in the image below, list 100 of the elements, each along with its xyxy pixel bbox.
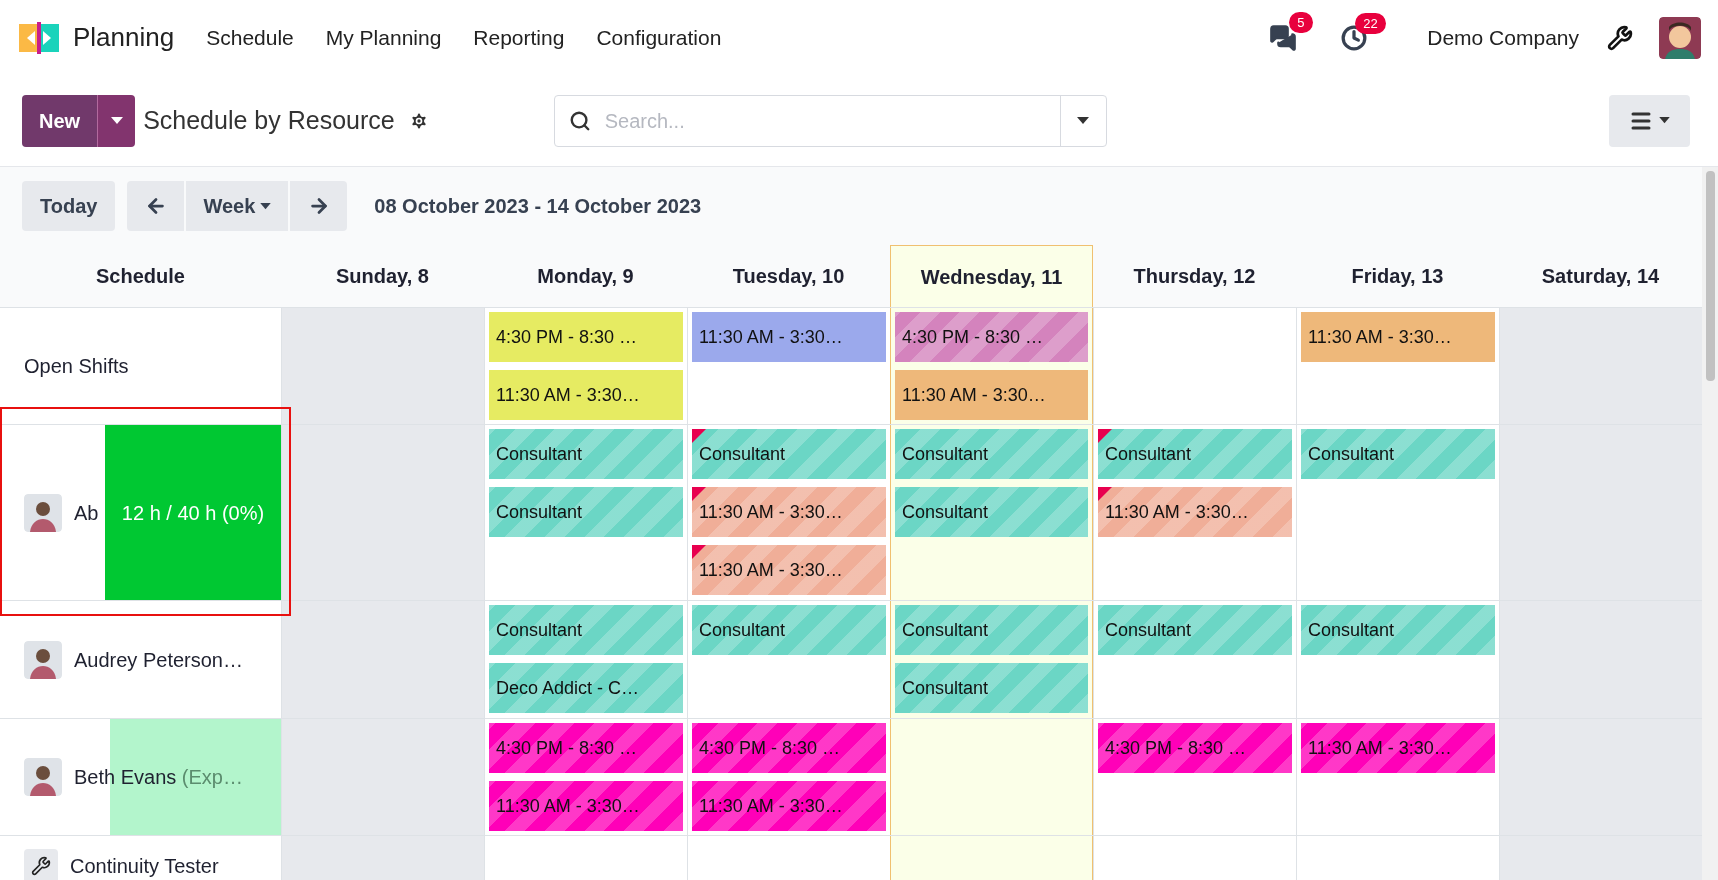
shift-pill[interactable]: 11:30 AM - 3:30… bbox=[489, 781, 683, 831]
shift-pill[interactable]: Consultant bbox=[1301, 605, 1495, 655]
next-button[interactable] bbox=[290, 181, 348, 231]
menu-item[interactable]: Reporting bbox=[473, 21, 565, 54]
shift-pill[interactable]: 11:30 AM - 3:30… bbox=[1301, 312, 1495, 362]
shift-pill[interactable]: Consultant bbox=[895, 429, 1088, 479]
shift-pill[interactable]: 11:30 AM - 3:30… bbox=[692, 545, 886, 595]
wrench-icon bbox=[24, 848, 58, 880]
resource-name[interactable]: Beth Evans (Exp… bbox=[74, 762, 243, 792]
shift-pill[interactable]: 11:30 AM - 3:30… bbox=[489, 370, 683, 420]
menu-item[interactable]: My Planning bbox=[325, 21, 442, 54]
day-header: Friday, 13 bbox=[1350, 264, 1445, 289]
column-header: Schedule bbox=[95, 264, 186, 289]
resource-name[interactable]: Ab bbox=[74, 497, 99, 528]
shift-pill[interactable]: 4:30 PM - 8:30 … bbox=[895, 312, 1088, 362]
day-cell[interactable]: Consultant 11:30 AM - 3:30… 11:30 AM - 3:30… bbox=[687, 425, 890, 600]
day-cell[interactable] bbox=[281, 601, 484, 718]
avatar-icon bbox=[24, 493, 62, 532]
day-header: Tuesday, 10 bbox=[731, 264, 846, 289]
notification-badge: 22 bbox=[1355, 12, 1386, 34]
chat-icon[interactable] bbox=[1269, 23, 1298, 52]
day-cell[interactable] bbox=[1499, 425, 1702, 600]
app-logo-icon[interactable] bbox=[17, 20, 61, 55]
scale-dropdown[interactable]: Week bbox=[186, 181, 289, 231]
resource-name[interactable]: Audrey Peterson… bbox=[74, 644, 243, 675]
day-cell[interactable]: 4:30 PM - 8:30 … 11:30 AM - 3:30… bbox=[484, 308, 687, 424]
shift-pill[interactable]: Consultant bbox=[692, 605, 886, 655]
day-cell[interactable]: Consultant bbox=[1296, 425, 1499, 600]
day-cell[interactable]: 4:30 PM - 8:30 … bbox=[1093, 719, 1296, 835]
day-header: Monday, 9 bbox=[536, 264, 635, 289]
day-cell[interactable]: Consultant 11:30 AM - 3:30… bbox=[1093, 425, 1296, 600]
day-cell[interactable] bbox=[1499, 601, 1702, 718]
avatar-icon bbox=[24, 758, 62, 796]
day-cell[interactable] bbox=[1499, 308, 1702, 424]
day-cell[interactable]: 4:30 PM - 8:30 … 11:30 AM - 3:30… bbox=[484, 719, 687, 835]
day-cell[interactable]: Consultant Deco Addict - C… bbox=[484, 601, 687, 718]
scrollbar[interactable] bbox=[1702, 167, 1718, 880]
new-button[interactable]: New bbox=[22, 94, 98, 147]
shift-pill[interactable]: 11:30 AM - 3:30… bbox=[692, 312, 886, 362]
day-cell[interactable] bbox=[1499, 836, 1702, 880]
shift-pill[interactable]: Consultant bbox=[1098, 605, 1292, 655]
day-header: Wednesday, 11 bbox=[890, 245, 1093, 307]
shift-pill[interactable]: 4:30 PM - 8:30 … bbox=[692, 723, 886, 773]
resource-name[interactable]: Open Shifts bbox=[24, 351, 129, 381]
day-cell[interactable]: 4:30 PM - 8:30 … 11:30 AM - 3:30… bbox=[890, 308, 1093, 424]
day-cell[interactable]: 11:30 AM - 3:30… bbox=[1296, 719, 1499, 835]
day-cell[interactable] bbox=[281, 308, 484, 424]
previous-button[interactable] bbox=[127, 181, 185, 231]
day-header: Saturday, 14 bbox=[1540, 264, 1661, 289]
menu-item[interactable]: Configuration bbox=[596, 21, 722, 54]
day-cell[interactable] bbox=[1499, 719, 1702, 835]
search-field[interactable]: Search... bbox=[604, 105, 1060, 136]
shift-pill[interactable]: 11:30 AM - 3:30… bbox=[692, 781, 886, 831]
workload-tooltip: 12 h / 40 h (0%) bbox=[105, 425, 281, 600]
day-cell[interactable]: Consultant bbox=[1296, 601, 1499, 718]
day-cell[interactable]: 11:30 AM - 3:30… bbox=[687, 308, 890, 424]
day-cell[interactable] bbox=[281, 719, 484, 835]
day-cell[interactable]: Consultant Consultant bbox=[484, 425, 687, 600]
shift-pill[interactable]: Consultant bbox=[692, 429, 886, 479]
view-switcher-button[interactable] bbox=[1609, 94, 1690, 147]
menu-item[interactable]: Schedule bbox=[206, 21, 294, 54]
day-cell[interactable] bbox=[281, 425, 484, 600]
shift-pill[interactable]: Consultant bbox=[895, 605, 1088, 655]
search-icon bbox=[568, 109, 591, 132]
shift-pill[interactable]: Consultant bbox=[1301, 429, 1495, 479]
user-avatar-icon[interactable] bbox=[1659, 16, 1701, 59]
shift-pill[interactable]: Consultant bbox=[489, 429, 683, 479]
day-cell[interactable]: 4:30 PM - 8:30 … 11:30 AM - 3:30… bbox=[687, 719, 890, 835]
search-bar[interactable]: Search... bbox=[553, 94, 1107, 147]
shift-pill[interactable]: 4:30 PM - 8:30 … bbox=[489, 312, 683, 362]
company-name[interactable]: Demo Company bbox=[1427, 21, 1579, 54]
day-header: Thursday, 12 bbox=[1132, 264, 1257, 289]
day-cell[interactable]: 11:30 AM - 3:30… bbox=[1296, 308, 1499, 424]
resource-name[interactable]: Continuity Tester bbox=[70, 850, 219, 880]
caret-icon bbox=[1659, 117, 1670, 124]
new-dropdown-button[interactable] bbox=[97, 94, 136, 147]
day-cell[interactable] bbox=[281, 836, 484, 880]
day-cell[interactable] bbox=[890, 719, 1093, 835]
shift-pill[interactable]: Deco Addict - C… bbox=[489, 663, 683, 713]
day-cell[interactable]: Consultant bbox=[687, 601, 890, 718]
shift-pill[interactable]: 11:30 AM - 3:30… bbox=[895, 370, 1088, 420]
day-cell[interactable]: Consultant Consultant bbox=[890, 425, 1093, 600]
shift-pill[interactable]: 4:30 PM - 8:30 … bbox=[1098, 723, 1292, 773]
shift-pill[interactable]: 11:30 AM - 3:30… bbox=[1301, 723, 1495, 773]
day-cell[interactable] bbox=[890, 836, 1093, 880]
shift-pill[interactable]: Consultant bbox=[895, 487, 1088, 537]
shift-pill[interactable]: 11:30 AM - 3:30… bbox=[692, 487, 886, 537]
shift-pill[interactable]: Consultant bbox=[1098, 429, 1292, 479]
notification-badge: 5 bbox=[1289, 11, 1313, 33]
shift-pill[interactable]: 11:30 AM - 3:30… bbox=[1098, 487, 1292, 537]
shift-pill[interactable]: Consultant bbox=[489, 605, 683, 655]
shift-pill[interactable]: 4:30 PM - 8:30 … bbox=[489, 723, 683, 773]
day-cell[interactable]: Consultant bbox=[1093, 601, 1296, 718]
today-button[interactable]: Today bbox=[22, 181, 116, 231]
day-cell[interactable]: Consultant Consultant bbox=[890, 601, 1093, 718]
shift-pill[interactable]: Consultant bbox=[489, 487, 683, 537]
app-title[interactable]: Planning bbox=[73, 18, 175, 57]
caret-icon bbox=[110, 116, 123, 125]
tools-icon[interactable] bbox=[1607, 24, 1633, 51]
shift-pill[interactable]: Consultant bbox=[895, 663, 1088, 713]
